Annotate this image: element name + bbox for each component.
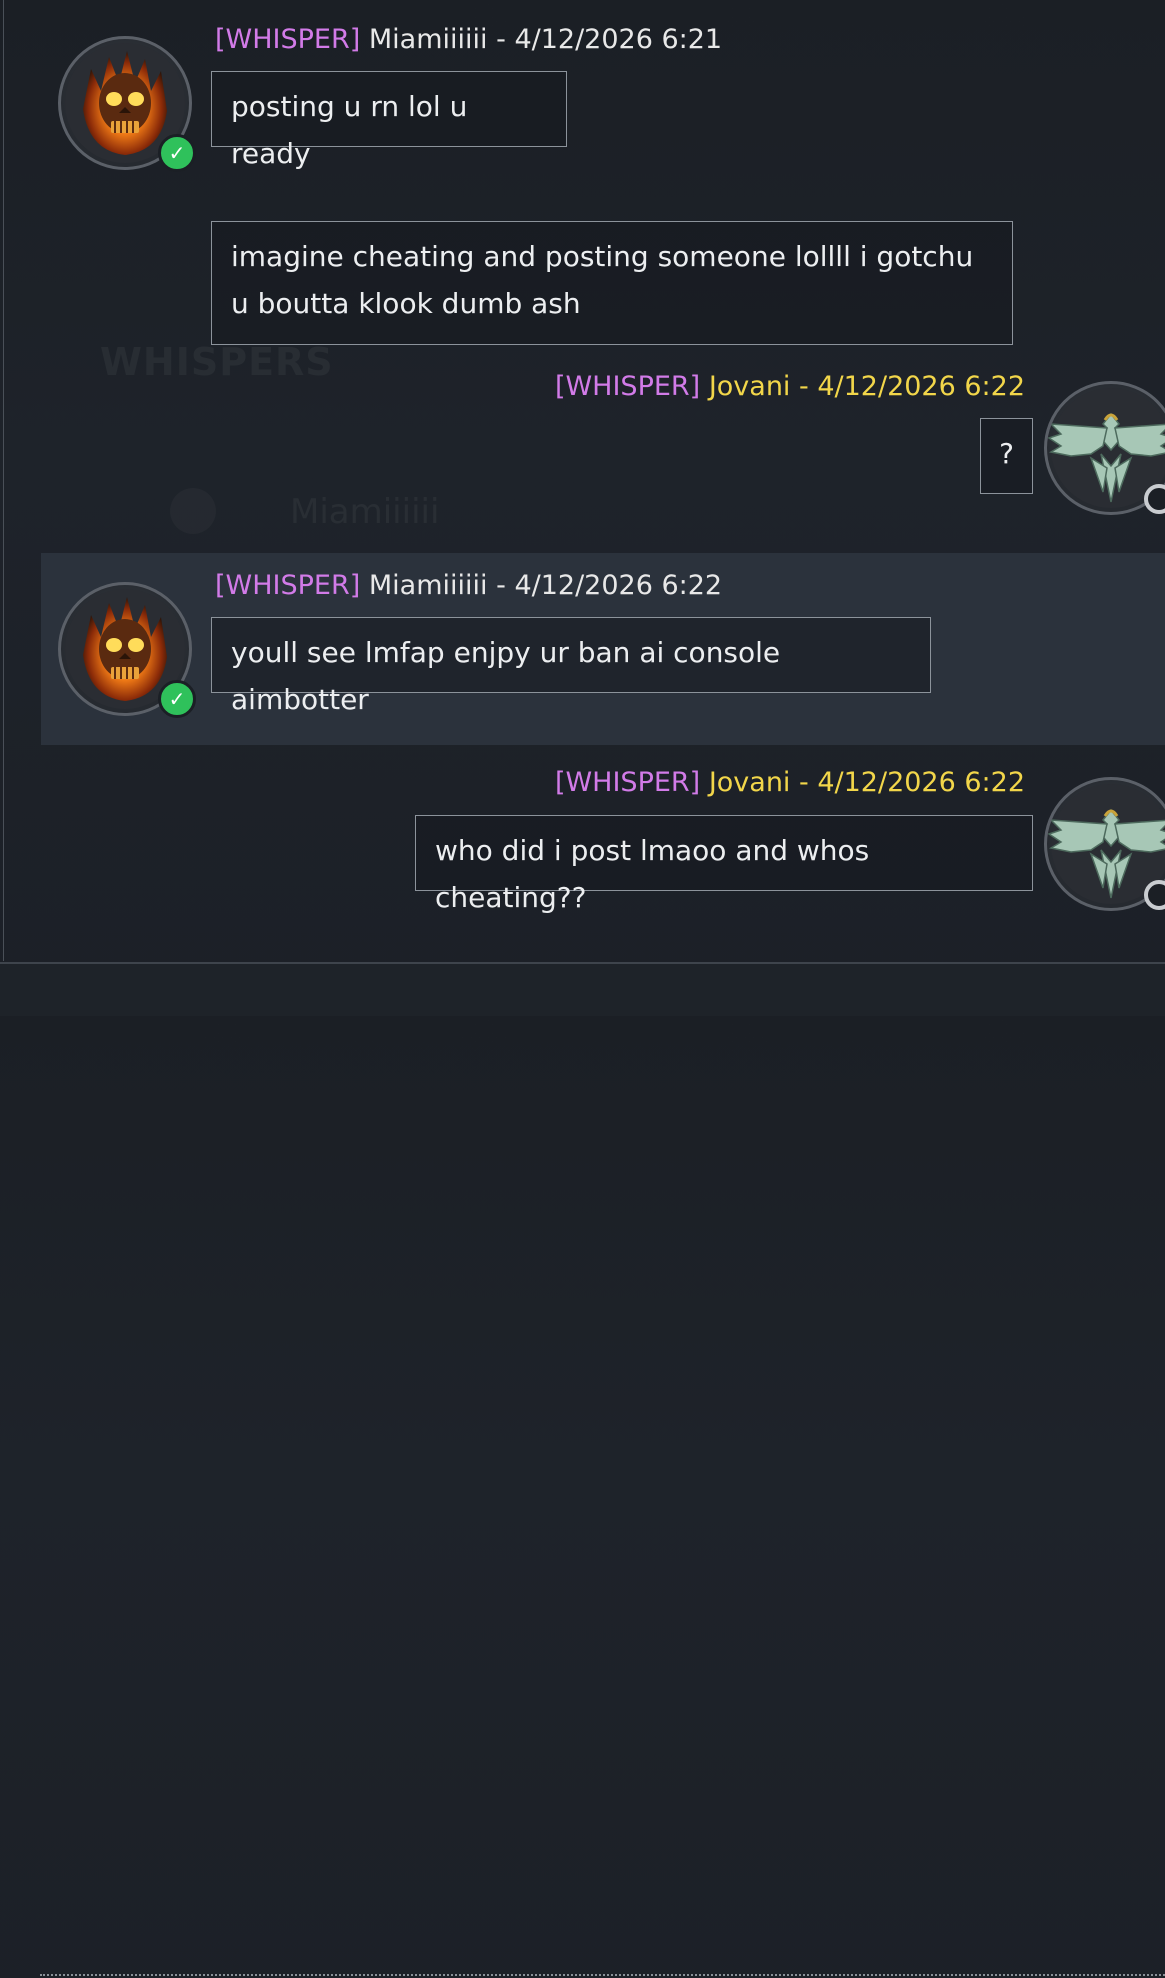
background-whispers-heading: WHISPERS	[100, 340, 334, 384]
sender-name[interactable]: Jovani	[709, 371, 791, 402]
sender-name[interactable]: Miamiiiiii	[369, 570, 488, 601]
message-input-area[interactable]	[0, 964, 1165, 1976]
message-timestamp: - 4/12/2026 6:21	[487, 24, 723, 55]
whisper-tag: [WHISPER]	[554, 767, 701, 798]
online-status-icon: ✓	[158, 134, 196, 172]
message-bubble: who did i post lmaoo and whos cheating??	[415, 815, 1033, 914]
message-timestamp: - 4/12/2026 6:22	[790, 371, 1025, 402]
background-contact-icon	[170, 488, 216, 534]
background-contact-name: Miamiiiiii	[290, 492, 440, 532]
offline-status-icon	[1144, 880, 1165, 910]
whisper-tag: [WHISPER]	[215, 24, 361, 55]
sender-name[interactable]: Miamiiiiii	[369, 24, 488, 55]
message-header: [WHISPER] Jovani - 4/12/2026 6:22	[555, 767, 1025, 798]
message-header: [WHISPER] Miamiiiiii - 4/12/2026 6:22	[215, 570, 722, 601]
message-timestamp: - 4/12/2026 6:22	[790, 767, 1025, 798]
offline-status-icon	[1144, 484, 1165, 514]
message-timestamp: - 4/12/2026 6:22	[487, 570, 723, 601]
message-bubble: posting u rn lol u ready	[211, 71, 567, 170]
online-status-icon: ✓	[158, 680, 196, 718]
message-header: [WHISPER] Jovani - 4/12/2026 6:22	[555, 371, 1025, 402]
message-bubble: ?	[980, 418, 1033, 494]
whisper-tag: [WHISPER]	[554, 371, 701, 402]
message-bubble: youll see lmfap enjpy ur ban ai console …	[211, 617, 931, 716]
whisper-tag: [WHISPER]	[215, 570, 361, 601]
message-input-field[interactable]	[40, 1974, 1165, 1978]
sender-name[interactable]: Jovani	[709, 767, 791, 798]
message-bubble: imagine cheating and posting someone lol…	[211, 221, 1013, 345]
left-divider	[3, 0, 4, 961]
message-header: [WHISPER] Miamiiiiii - 4/12/2026 6:21	[215, 24, 722, 55]
